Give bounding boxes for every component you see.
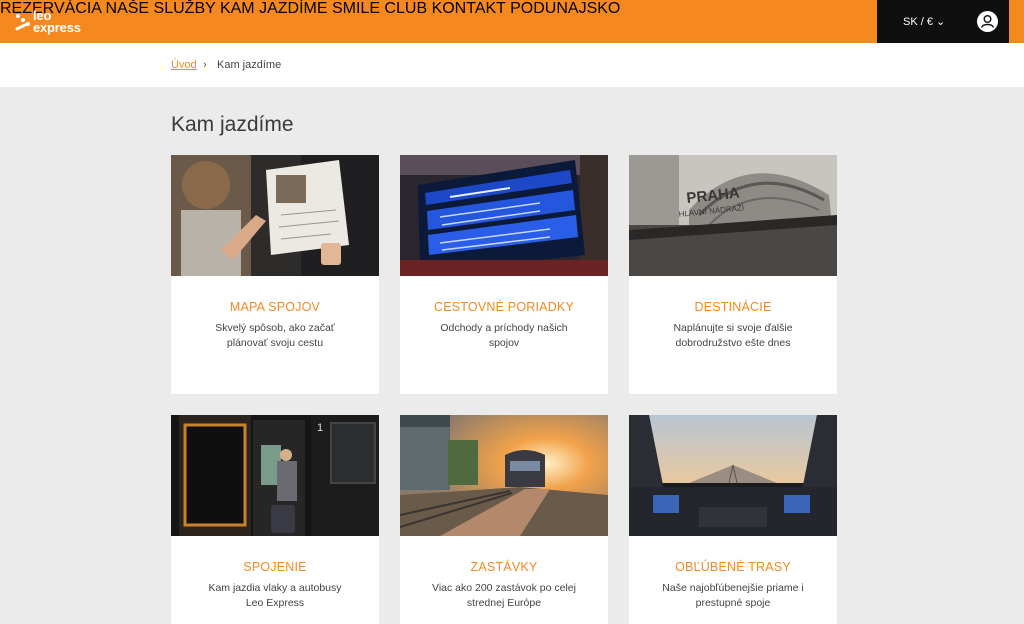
card-description: Naše najobľúbenejšie priame i prestupné …	[662, 582, 804, 609]
train-door-image: 1	[171, 415, 379, 536]
nav-smile-club[interactable]: SMILE CLUB	[332, 0, 427, 17]
language-currency-selector[interactable]: SK / € ⌄	[903, 15, 945, 28]
woman-reading-map-image	[171, 155, 379, 276]
card-title: MAPA SPOJOV	[229, 300, 321, 314]
departure-board-image	[400, 155, 608, 276]
card-cestovne-poriadky[interactable]: CESTOVNÉ PORIADKY Odchody a príchody naš…	[400, 155, 608, 394]
card-mapa-spojov[interactable]: MAPA SPOJOV Skvelý spôsob, ako začať plá…	[171, 155, 379, 394]
header-account-area: SK / € ⌄	[877, 0, 1009, 43]
card-title: ZASTÁVKY	[470, 560, 538, 574]
card-description: Viac ako 200 zastávok po celej strednej …	[432, 582, 576, 609]
card-title: OBĽÚBENÉ TRASY	[675, 560, 791, 574]
svg-text:1: 1	[317, 422, 323, 434]
top-navigation-bar: leo express REZERVÁCIA NAŠE SLUŽBY KAM J…	[0, 0, 1024, 43]
card-description: Naplánujte si svoje ďalšie dobrodružstvo…	[673, 322, 793, 349]
nav-podunajsko[interactable]: PODUNAJSKO	[510, 0, 620, 17]
breadcrumb-current: Kam jazdíme	[217, 59, 282, 71]
nav-kam-jazdime[interactable]: KAM JAZDÍME	[220, 0, 328, 17]
card-title: CESTOVNÉ PORIADKY	[433, 300, 574, 314]
breadcrumb-home-link[interactable]: Úvod	[171, 59, 197, 71]
card-title: DESTINÁCIE	[694, 300, 772, 314]
breadcrumb-separator-icon: ›	[203, 59, 207, 71]
leo-express-logo[interactable]: leo express	[14, 8, 81, 36]
card-description: Kam jazdia vlaky a autobusy Leo Express	[208, 582, 342, 609]
train-platform-sunset-image	[400, 415, 608, 536]
page-title: Kam jazdíme	[171, 113, 294, 136]
logo-mark-icon	[14, 11, 30, 33]
logo-wordmark: leo express	[33, 8, 81, 35]
nav-nase-sluzby[interactable]: NAŠE SLUŽBY	[106, 0, 216, 17]
card-destinacie[interactable]: PRAHA HLAVNÍ NÁDRAŽÍ DESTINÁCIE Naplánuj…	[629, 155, 837, 394]
card-oblubene-trasy[interactable]: OBĽÚBENÉ TRASY Naše najobľúbenejšie pria…	[629, 415, 837, 624]
nav-kontakt[interactable]: KONTAKT	[432, 0, 506, 17]
card-title: SPOJENIE	[243, 560, 307, 574]
train-cabin-image	[629, 415, 837, 536]
card-spojenie[interactable]: 1 SPOJENIE Kam jazdia vlaky a autobusy L…	[171, 415, 379, 624]
breadcrumb: Úvod › Kam jazdíme	[0, 43, 1024, 87]
card-description: Odchody a príchody našich spojov	[440, 322, 568, 349]
card-description: Skvelý spôsob, ako začať plánovať svoju …	[215, 322, 335, 349]
user-account-icon[interactable]	[977, 11, 998, 32]
praha-station-image: PRAHA HLAVNÍ NÁDRAŽÍ	[629, 155, 837, 276]
card-zastavky[interactable]: ZASTÁVKY Viac ako 200 zastávok po celej …	[400, 415, 608, 624]
